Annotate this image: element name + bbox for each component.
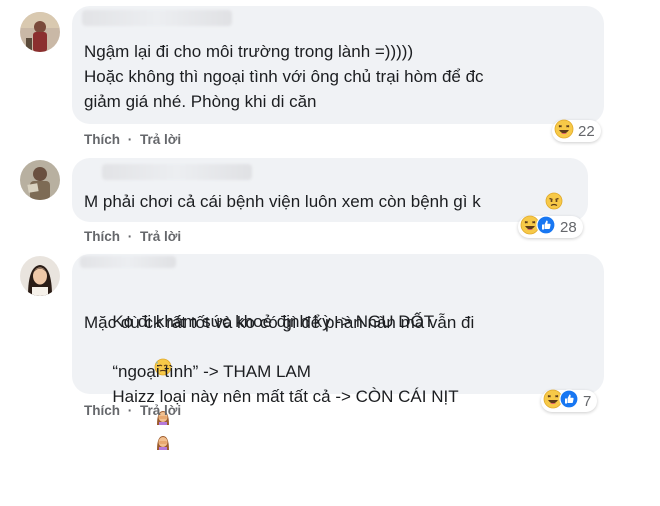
reaction-summary[interactable]: 7 (541, 388, 598, 414)
avatar-photo (20, 12, 60, 52)
comment-bubble: Ko đi khám sức khoẻ định kỳ -> NGU DỐT M… (72, 254, 604, 450)
separator-dot: · (127, 229, 133, 244)
reply-link[interactable]: Trả lời (140, 403, 181, 418)
comment-bubble: M phải chơi cả cái bệnh viện luôn xem cò… (72, 158, 588, 222)
comment-text-line: giảm giá nhé. Phòng khi di căn (84, 92, 317, 111)
comment-text-line: Hoặc không thì ngoại tình với ông chủ tr… (84, 67, 484, 86)
comment-text-line: Ngậm lại đi cho môi trường trong lành =)… (84, 42, 414, 61)
author-name-redacted[interactable] (82, 10, 232, 26)
avatar[interactable] (20, 160, 60, 200)
angry-face-icon (545, 192, 563, 215)
reaction-summary[interactable]: 28 (518, 214, 583, 240)
reaction-count: 28 (560, 218, 577, 236)
comment-text-line: M phải chơi cả cái bệnh viện luôn xem cò… (84, 192, 481, 211)
like-link[interactable]: Thích (84, 132, 120, 147)
comment-text-line: Haizz loại này nên mất tất cả -> CÒN CÁI… (84, 361, 459, 506)
haha-icon (554, 119, 574, 144)
avatar-photo (20, 256, 60, 296)
woman-facepalming-icon (116, 409, 172, 482)
avatar[interactable] (20, 256, 60, 296)
avatar-photo (20, 160, 60, 200)
avatar[interactable] (20, 12, 60, 52)
separator-dot: · (127, 403, 133, 418)
author-name-redacted[interactable] (80, 256, 176, 268)
like-link[interactable]: Thích (84, 403, 120, 418)
comment-actions: Thích · Trả lời (84, 403, 181, 418)
separator-dot: · (127, 132, 133, 147)
comment-text-line: Mặc dù ck rất tốt và ko có gì để phàn nà… (84, 313, 475, 332)
comment-bubble: Ngậm lại đi cho môi trường trong lành =)… (72, 6, 604, 124)
reaction-summary[interactable]: 22 (552, 119, 601, 144)
like-icon (536, 214, 556, 240)
reply-link[interactable]: Trả lời (140, 132, 181, 147)
comment-actions: Thích · Trả lời (84, 229, 181, 244)
author-name-redacted[interactable] (102, 164, 252, 180)
reaction-count: 22 (578, 122, 595, 140)
like-link[interactable]: Thích (84, 229, 120, 244)
like-icon (559, 388, 579, 414)
reply-link[interactable]: Trả lời (140, 229, 181, 244)
comment-actions: Thích · Trả lời (84, 132, 181, 147)
reaction-count: 7 (583, 392, 592, 410)
